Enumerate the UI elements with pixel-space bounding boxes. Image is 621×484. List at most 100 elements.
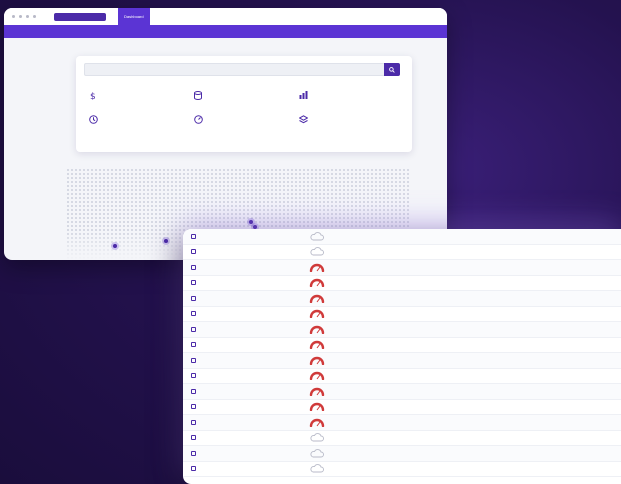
layers-icon: [299, 114, 309, 124]
gas-gauge-cell: [309, 418, 367, 427]
table-row[interactable]: [183, 415, 621, 431]
gauge-high-icon: [309, 372, 325, 381]
cloud-icon: [310, 231, 324, 241]
nav-tab[interactable]: [192, 8, 204, 25]
dollar-icon: $: [88, 90, 98, 100]
window-dot: [19, 15, 22, 18]
gas-gauge-cell: [309, 278, 367, 288]
block-icon: [191, 311, 196, 317]
gauge-icon: [193, 114, 203, 124]
database-icon: [193, 90, 203, 100]
cloud-icon: [310, 247, 324, 256]
map-marker[interactable]: [113, 244, 117, 248]
gauge-high-icon: [309, 325, 325, 334]
block-cell: [183, 326, 231, 332]
table-row[interactable]: [183, 260, 621, 276]
overview-card: $: [76, 56, 412, 152]
block-cell: [183, 373, 231, 379]
gas-gauge-cell: [309, 294, 367, 303]
brand-logo[interactable]: [54, 12, 106, 21]
gas-gauge-cell: [309, 356, 367, 365]
cloud-icon: [310, 433, 324, 442]
nav-tab-dashboard[interactable]: Dashboard: [118, 8, 150, 25]
block-icon: [191, 233, 196, 239]
window-dot: [33, 15, 36, 18]
block-cell: [183, 233, 231, 239]
block-cell: [183, 466, 231, 472]
block-icon: [191, 326, 196, 332]
block-icon: [191, 404, 196, 410]
stat-item: [299, 114, 404, 124]
gas-gauge-cell: [309, 263, 367, 272]
cloud-icon: [310, 448, 324, 458]
table-row[interactable]: [183, 229, 621, 245]
nav-tab[interactable]: [156, 8, 168, 25]
map-marker[interactable]: [164, 239, 168, 243]
table-row[interactable]: [183, 384, 621, 400]
nav-tab[interactable]: [228, 8, 240, 25]
search-icon: [389, 66, 395, 73]
stat-item: [88, 114, 193, 124]
block-icon: [191, 280, 196, 286]
gauge-high-icon: [309, 341, 325, 350]
block-icon: [191, 388, 196, 394]
block-cell: [183, 249, 231, 255]
table-row[interactable]: [183, 338, 621, 353]
cloud-icon: [310, 464, 324, 473]
block-cell: [183, 295, 231, 301]
block-icon: [191, 450, 196, 456]
gauge-high-icon: [309, 279, 325, 288]
stat-item: [193, 114, 298, 124]
table-row[interactable]: [183, 400, 621, 415]
gauge-high-icon: [309, 294, 325, 303]
chart-icon: [299, 90, 309, 100]
search-input[interactable]: [84, 63, 400, 76]
gas-gauge-cell: [309, 340, 367, 350]
gas-gauge-cell: [309, 387, 367, 396]
table-row[interactable]: [183, 353, 621, 369]
block-icon: [191, 357, 196, 363]
block-icon: [191, 295, 196, 301]
stat-item: [193, 90, 298, 100]
search-button[interactable]: [384, 63, 400, 76]
block-cell: [183, 357, 231, 363]
block-icon: [191, 419, 196, 425]
gas-gauge-cell: [309, 433, 367, 442]
table-row[interactable]: [183, 446, 621, 462]
dashboard-window: Dashboard $: [4, 8, 447, 260]
block-icon: [191, 342, 196, 348]
table-row[interactable]: [183, 431, 621, 446]
table-row[interactable]: [183, 322, 621, 338]
table-row[interactable]: [183, 462, 621, 477]
stat-item: $: [88, 90, 193, 100]
blocks-table: [183, 229, 621, 484]
table-row[interactable]: [183, 307, 621, 322]
block-cell: [183, 435, 231, 441]
gas-gauge-cell: [309, 464, 367, 473]
block-cell: [183, 404, 231, 410]
table-row[interactable]: [183, 291, 621, 307]
clock-icon: [88, 114, 98, 124]
block-cell: [183, 388, 231, 394]
gas-gauge-cell: [309, 371, 367, 381]
window-dot: [12, 15, 15, 18]
table-row[interactable]: [183, 276, 621, 291]
sub-nav: [4, 25, 447, 38]
gas-gauge-cell: [309, 309, 367, 319]
table-row[interactable]: [183, 245, 621, 260]
block-cell: [183, 311, 231, 317]
gauge-high-icon: [309, 356, 325, 365]
table-row[interactable]: [183, 369, 621, 384]
nav-tabs: Dashboard: [118, 8, 240, 25]
gas-gauge-cell: [309, 325, 367, 334]
block-cell: [183, 264, 231, 270]
block-cell: [183, 342, 231, 348]
block-icon: [191, 249, 196, 255]
top-bar: Dashboard: [4, 8, 447, 25]
nav-tab[interactable]: [210, 8, 222, 25]
table-body: [183, 229, 621, 477]
map-marker[interactable]: [249, 220, 253, 224]
gauge-high-icon: [309, 387, 325, 396]
nav-tab[interactable]: [174, 8, 186, 25]
window-dot: [26, 15, 29, 18]
